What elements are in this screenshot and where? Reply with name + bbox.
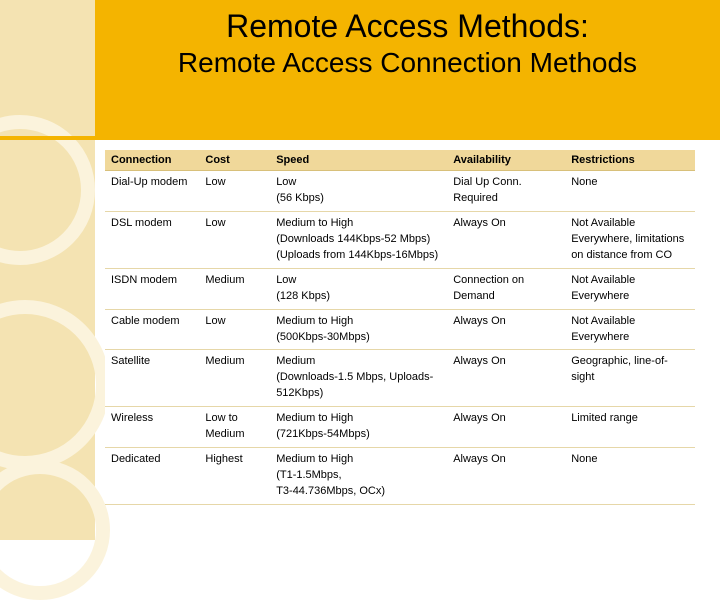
cell-restrictions: Geographic, line-of-sight	[565, 350, 695, 407]
cell-connection: Satellite	[105, 350, 199, 407]
cell-restrictions: Limited range	[565, 407, 695, 448]
header-underline	[0, 136, 720, 140]
cell-cost: Medium	[199, 350, 270, 407]
cell-connection: DSL modem	[105, 211, 199, 268]
cell-availability: Connection on Demand	[447, 268, 565, 309]
cell-speed: Medium to High(T1-1.5Mbps,T3-44.736Mbps,…	[270, 448, 447, 505]
cell-availability: Dial Up Conn. Required	[447, 171, 565, 212]
cell-speed: Low(128 Kbps)	[270, 268, 447, 309]
cell-speed: Medium(Downloads-1.5 Mbps, Uploads-512Kb…	[270, 350, 447, 407]
cell-speed: Medium to High(500Kbps-30Mbps)	[270, 309, 447, 350]
cell-speed: Low(56 Kbps)	[270, 171, 447, 212]
cell-restrictions: Not Available Everywhere, limitations on…	[565, 211, 695, 268]
cell-restrictions: None	[565, 171, 695, 212]
cell-cost: Low to Medium	[199, 407, 270, 448]
cell-cost: Low	[199, 171, 270, 212]
cell-restrictions: Not Available Everywhere	[565, 268, 695, 309]
cell-availability: Always On	[447, 350, 565, 407]
col-header-speed: Speed	[270, 150, 447, 171]
page-subtitle: Remote Access Connection Methods	[95, 47, 720, 79]
cell-cost: Medium	[199, 268, 270, 309]
cell-connection: Dial-Up modem	[105, 171, 199, 212]
cell-cost: Low	[199, 309, 270, 350]
table-row: Dedicated Highest Medium to High(T1-1.5M…	[105, 448, 695, 505]
cell-connection: ISDN modem	[105, 268, 199, 309]
table-row: Dial-Up modem Low Low(56 Kbps) Dial Up C…	[105, 171, 695, 212]
cell-availability: Always On	[447, 448, 565, 505]
slide-header: Remote Access Methods: Remote Access Con…	[95, 0, 720, 136]
cell-availability: Always On	[447, 407, 565, 448]
table-row: Satellite Medium Medium(Downloads-1.5 Mb…	[105, 350, 695, 407]
cell-cost: Low	[199, 211, 270, 268]
col-header-restrictions: Restrictions	[565, 150, 695, 171]
table-row: DSL modem Low Medium to High(Downloads 1…	[105, 211, 695, 268]
cell-availability: Always On	[447, 211, 565, 268]
connection-methods-table: Connection Cost Speed Availability Restr…	[105, 150, 695, 505]
cell-cost: Highest	[199, 448, 270, 505]
cell-speed: Medium to High(Downloads 144Kbps-52 Mbps…	[270, 211, 447, 268]
cell-speed: Medium to High(721Kbps-54Mbps)	[270, 407, 447, 448]
table-row: Cable modem Low Medium to High(500Kbps-3…	[105, 309, 695, 350]
col-header-connection: Connection	[105, 150, 199, 171]
table-header-row: Connection Cost Speed Availability Restr…	[105, 150, 695, 171]
table-row: Wireless Low to Medium Medium to High(72…	[105, 407, 695, 448]
cell-availability: Always On	[447, 309, 565, 350]
cell-connection: Dedicated	[105, 448, 199, 505]
col-header-cost: Cost	[199, 150, 270, 171]
cell-restrictions: None	[565, 448, 695, 505]
cell-connection: Wireless	[105, 407, 199, 448]
col-header-availability: Availability	[447, 150, 565, 171]
table-row: ISDN modem Medium Low(128 Kbps) Connecti…	[105, 268, 695, 309]
cell-connection: Cable modem	[105, 309, 199, 350]
page-title: Remote Access Methods:	[95, 8, 720, 45]
cell-restrictions: Not Available Everywhere	[565, 309, 695, 350]
